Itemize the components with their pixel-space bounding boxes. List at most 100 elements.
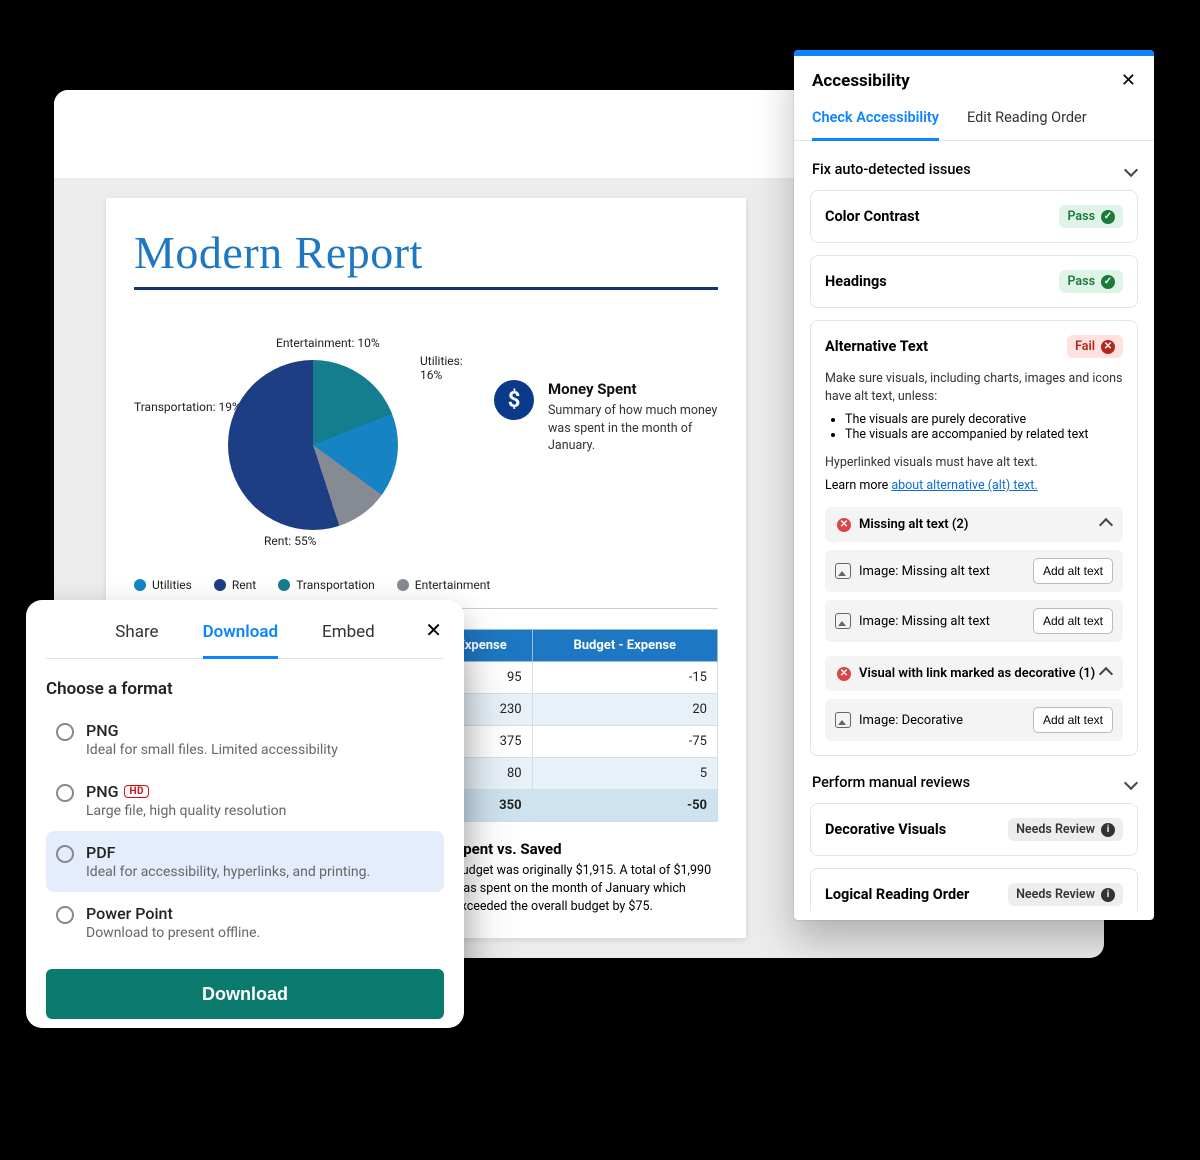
check-color-contrast[interactable]: Color Contrast Pass✓: [810, 190, 1138, 243]
alt-text-bullet: The visuals are accompanied by related t…: [845, 427, 1123, 442]
issue-label: Image: Missing alt text: [859, 564, 990, 579]
slice-label-transportation: Transportation: 19%: [134, 400, 241, 414]
issue-item[interactable]: Image: Missing alt text Add alt text: [825, 550, 1123, 592]
check-title: Color Contrast: [825, 208, 920, 225]
legend-label: Rent: [232, 578, 256, 592]
review-logical-reading-order[interactable]: Logical Reading Order Needs Reviewi: [810, 868, 1138, 911]
issue-title: Missing alt text (2): [859, 517, 968, 532]
alt-text-description: Make sure visuals, including charts, ima…: [825, 370, 1123, 406]
tab-embed[interactable]: Embed: [322, 622, 375, 648]
choose-format-heading: Choose a format: [46, 679, 444, 699]
slice-label-entertainment: Entertainment: 10%: [276, 336, 380, 350]
summary-body: Budget was originally $1,915. A total of…: [454, 862, 718, 916]
alt-text-note: Hyperlinked visuals must have alt text.: [825, 454, 1123, 472]
section-fix-issues[interactable]: Fix auto-detected issues: [810, 155, 1138, 190]
slice-label-utilities: Utilities: 16%: [420, 354, 474, 382]
status-badge-review: Needs Reviewi: [1008, 818, 1123, 841]
panel-title: Accessibility: [812, 71, 910, 91]
slice-label-rent: Rent: 55%: [264, 534, 316, 548]
legend-swatch-utilities: [134, 579, 146, 591]
option-desc: Large file, high quality resolution: [86, 803, 286, 819]
issue-group-missing-alt[interactable]: ✕ Missing alt text (2): [825, 507, 1123, 542]
review-decorative-visuals[interactable]: Decorative Visuals Needs Reviewi: [810, 803, 1138, 856]
review-title: Decorative Visuals: [825, 821, 946, 838]
add-alt-text-button[interactable]: Add alt text: [1033, 558, 1113, 584]
image-icon: [835, 563, 851, 579]
format-option-png-hd[interactable]: PNG HD Large file, high quality resoluti…: [46, 770, 444, 831]
section-label: Fix auto-detected issues: [812, 161, 971, 178]
error-icon: ✕: [1101, 340, 1115, 354]
image-icon: [835, 613, 851, 629]
legend-swatch-transportation: [278, 579, 290, 591]
check-icon: ✓: [1101, 210, 1115, 224]
review-title: Logical Reading Order: [825, 886, 969, 903]
issue-label: Image: Decorative: [859, 713, 963, 728]
dollar-icon: $: [494, 380, 534, 420]
status-badge-pass: Pass✓: [1059, 270, 1123, 293]
image-icon: [835, 712, 851, 728]
format-option-png[interactable]: PNG Ideal for small files. Limited acces…: [46, 709, 444, 770]
issue-group-decorative-link[interactable]: ✕ Visual with link marked as decorative (…: [825, 656, 1123, 691]
chevron-up-icon: [1099, 518, 1113, 532]
th-diff: Budget - Expense: [532, 630, 717, 662]
learn-more: Learn more about alternative (alt) text.: [825, 478, 1123, 493]
pie-chart: Entertainment: 10% Utilities: 16% Transp…: [134, 312, 474, 572]
radio-icon[interactable]: [56, 906, 74, 924]
pie-legend: Utilities Rent Transportation Entertainm…: [134, 578, 718, 592]
document-rule: [134, 287, 718, 290]
radio-icon[interactable]: [56, 723, 74, 741]
error-icon: ✕: [837, 667, 851, 681]
radio-icon[interactable]: [56, 784, 74, 802]
status-badge-fail: Fail✕: [1067, 335, 1123, 358]
status-badge-pass: Pass✓: [1059, 205, 1123, 228]
option-desc: Download to present offline.: [86, 925, 260, 941]
option-title: PNG: [86, 721, 118, 740]
section-manual-reviews[interactable]: Perform manual reviews: [810, 768, 1138, 803]
section-label: Perform manual reviews: [812, 774, 970, 791]
check-icon: ✓: [1101, 275, 1115, 289]
issue-item[interactable]: Image: Missing alt text Add alt text: [825, 600, 1123, 642]
check-headings[interactable]: Headings Pass✓: [810, 255, 1138, 308]
alt-text-bullet: The visuals are purely decorative: [845, 412, 1123, 427]
money-spent-heading: Money Spent: [548, 380, 718, 398]
legend-label: Utilities: [152, 578, 192, 592]
add-alt-text-button[interactable]: Add alt text: [1033, 608, 1113, 634]
legend-label: Entertainment: [415, 578, 491, 592]
tab-check-accessibility[interactable]: Check Accessibility: [812, 99, 939, 141]
issue-item[interactable]: Image: Decorative Add alt text: [825, 699, 1123, 741]
info-icon: i: [1101, 888, 1115, 902]
download-modal: ✕ Share Download Embed Choose a format P…: [26, 600, 464, 1028]
status-badge-review: Needs Reviewi: [1008, 883, 1123, 906]
download-button[interactable]: Download: [46, 969, 444, 1019]
hd-badge: HD: [124, 785, 149, 798]
tab-edit-reading-order[interactable]: Edit Reading Order: [967, 99, 1087, 140]
tab-share[interactable]: Share: [115, 622, 158, 648]
close-icon[interactable]: ✕: [425, 618, 442, 642]
chevron-up-icon: [1099, 667, 1113, 681]
download-tabs: Share Download Embed: [46, 622, 444, 659]
legend-swatch-entertainment: [397, 579, 409, 591]
format-option-powerpoint[interactable]: Power Point Download to present offline.: [46, 892, 444, 953]
radio-icon[interactable]: [56, 845, 74, 863]
check-title: Headings: [825, 273, 887, 290]
issue-label: Image: Missing alt text: [859, 614, 990, 629]
close-icon[interactable]: ✕: [1121, 70, 1136, 91]
issue-title: Visual with link marked as decorative (1…: [859, 666, 1095, 681]
tab-download[interactable]: Download: [203, 622, 278, 659]
format-option-pdf[interactable]: PDF Ideal for accessibility, hyperlinks,…: [46, 831, 444, 892]
pie-graphic: [228, 360, 398, 530]
option-title: PDF: [86, 843, 115, 862]
chevron-down-icon: [1124, 162, 1138, 176]
check-alternative-text: Alternative Text Fail✕ Make sure visuals…: [810, 320, 1138, 756]
summary-heading: Spent vs. Saved: [454, 840, 718, 858]
option-desc: Ideal for small files. Limited accessibi…: [86, 742, 338, 758]
option-desc: Ideal for accessibility, hyperlinks, and…: [86, 864, 370, 880]
error-icon: ✕: [837, 518, 851, 532]
info-icon: i: [1101, 823, 1115, 837]
legend-swatch-rent: [214, 579, 226, 591]
option-title: Power Point: [86, 904, 173, 923]
add-alt-text-button[interactable]: Add alt text: [1033, 707, 1113, 733]
option-title: PNG: [86, 782, 118, 801]
check-title: Alternative Text: [825, 338, 928, 355]
learn-more-link[interactable]: about alternative (alt) text.: [891, 478, 1037, 493]
